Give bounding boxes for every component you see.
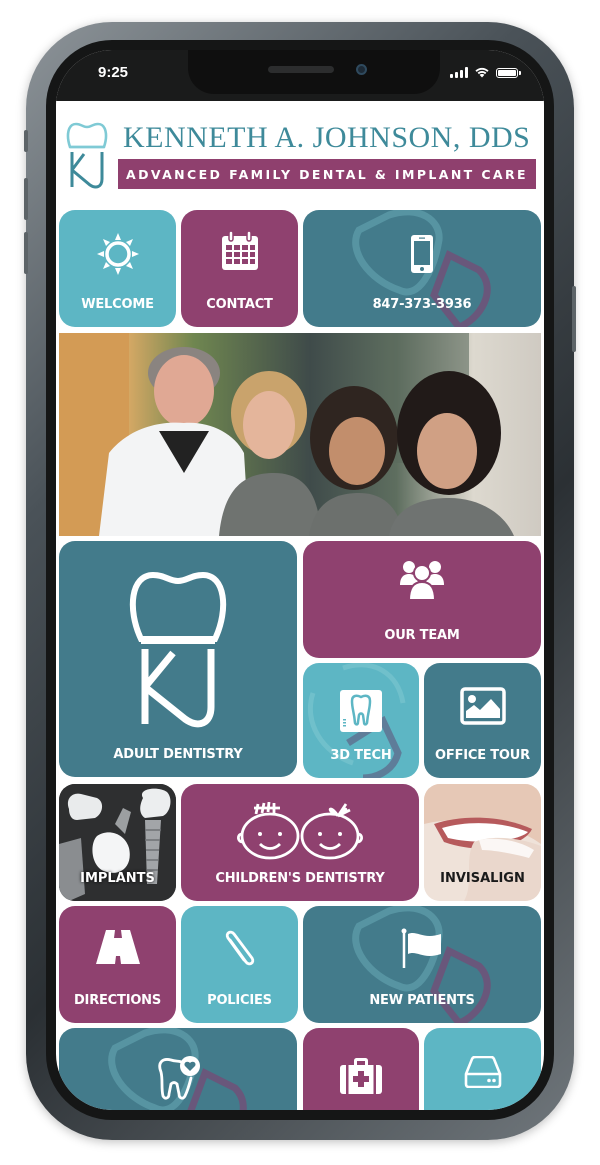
front-camera: [356, 64, 367, 75]
new-patients-label: NEW PATIENTS: [369, 993, 475, 1008]
our-team-label: OUR TEAM: [384, 628, 460, 643]
wifi-icon: [475, 67, 489, 78]
status-icons: [450, 66, 521, 78]
childrens-dentistry-label: CHILDREN'S DENTISTRY: [215, 871, 385, 886]
cellular-signal-icon: [450, 67, 468, 78]
speaker-grille: [268, 66, 334, 73]
3d-tech-label: 3D TECH: [330, 748, 392, 763]
dental-care-tile[interactable]: [59, 1028, 297, 1110]
childrens-dentistry-tile[interactable]: CHILDREN'S DENTISTRY: [181, 784, 419, 901]
power-button: [572, 286, 576, 352]
first-aid-kit-icon: [340, 1058, 382, 1094]
notch: [188, 50, 440, 94]
practice-name: KENNETH A. JOHNSON, DDS: [123, 121, 531, 154]
kj-tooth-logo-icon[interactable]: [64, 119, 110, 191]
invisalign-label: INVISALIGN: [440, 871, 525, 886]
team-photo-illustration: [59, 333, 514, 536]
team-photo: [59, 333, 541, 536]
contact-label: CONTACT: [206, 297, 273, 312]
phone-screen: 9:25 KENNETH A. JOHNSON, DDS ADVANCED FA…: [56, 50, 544, 1110]
status-time: 9:25: [98, 64, 129, 81]
paperclip-icon: [225, 930, 254, 966]
practice-tagline: ADVANCED FAMILY DENTAL & IMPLANT CARE: [118, 159, 536, 189]
records-tile[interactable]: [424, 1028, 541, 1110]
office-tour-label: OFFICE TOUR: [435, 748, 530, 763]
mute-switch: [24, 130, 28, 152]
group-icon: [400, 561, 444, 601]
our-team-tile[interactable]: OUR TEAM: [303, 541, 541, 658]
new-patients-tile[interactable]: NEW PATIENTS: [303, 906, 541, 1023]
emergency-tile[interactable]: [303, 1028, 419, 1110]
flag-icon: [401, 928, 441, 968]
welcome-tile[interactable]: WELCOME: [59, 210, 176, 327]
battery-icon: [496, 68, 521, 78]
implants-tile[interactable]: IMPLANTS: [59, 784, 176, 901]
phone-tile[interactable]: 847-373-3936: [303, 210, 541, 327]
smartphone-icon: [411, 235, 433, 273]
volume-down-button: [24, 232, 28, 274]
welcome-label: WELCOME: [81, 297, 154, 312]
policies-label: POLICIES: [207, 993, 272, 1008]
implants-label: IMPLANTS: [80, 871, 155, 886]
tooth-heart-icon: [158, 1056, 200, 1100]
kj-tooth-logo-icon: [129, 571, 227, 728]
directions-label: DIRECTIONS: [73, 993, 162, 1008]
3d-tech-tile[interactable]: 3D TECH: [303, 663, 419, 778]
sun-icon: [96, 233, 139, 275]
adult-dentistry-tile[interactable]: ADULT DENTISTRY: [59, 541, 297, 777]
phone-number-label: 847-373-3936: [372, 297, 472, 312]
policies-tile[interactable]: POLICIES: [181, 906, 298, 1023]
status-bar: 9:25: [56, 50, 544, 101]
contact-tile[interactable]: CONTACT: [181, 210, 298, 327]
tooth-xray-icon: [340, 690, 382, 732]
baby-faces-icon: [236, 802, 364, 860]
adult-dentistry-label: ADULT DENTISTRY: [113, 747, 243, 762]
volume-up-button: [24, 178, 28, 220]
calendar-icon: [221, 230, 258, 270]
hard-drive-icon: [464, 1056, 501, 1088]
image-icon: [459, 687, 506, 725]
office-tour-tile[interactable]: OFFICE TOUR: [424, 663, 541, 778]
road-icon: [95, 930, 140, 964]
invisalign-tile[interactable]: INVISALIGN: [424, 784, 541, 901]
directions-tile[interactable]: DIRECTIONS: [59, 906, 176, 1023]
